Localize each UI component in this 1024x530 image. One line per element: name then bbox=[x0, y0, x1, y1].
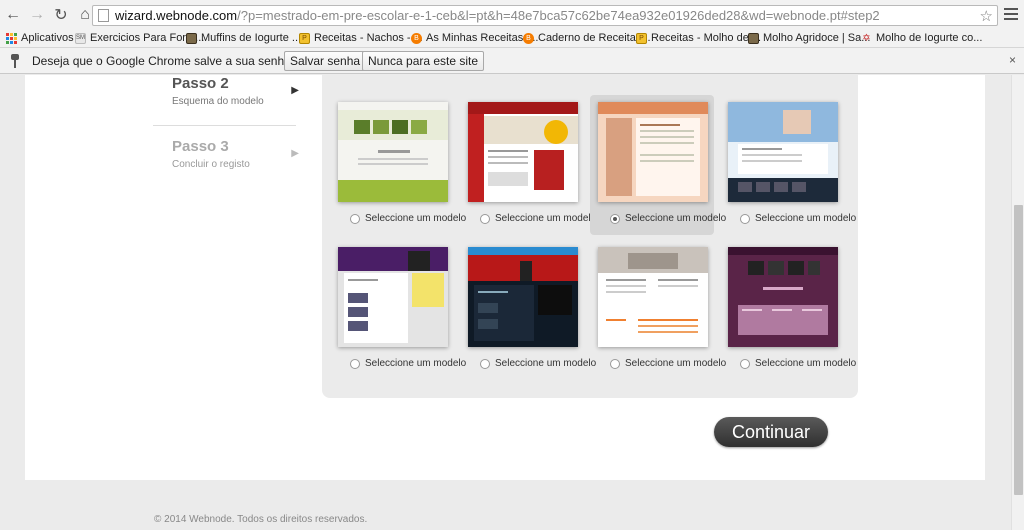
bookmark-item[interactable]: ✡ Molho de Iogurte co... bbox=[861, 32, 982, 44]
radio-button[interactable] bbox=[480, 213, 490, 224]
radio-label: Seleccione um modelo bbox=[365, 358, 467, 369]
bookmark-label: Muffins de Iogurte ... bbox=[201, 32, 302, 44]
close-icon[interactable]: × bbox=[1009, 53, 1016, 67]
radio-label: Seleccione um modelo bbox=[495, 213, 597, 224]
step-subtitle: Concluir o registo bbox=[172, 159, 250, 170]
bookmark-image-icon bbox=[186, 32, 197, 44]
bookmark-star-icon[interactable]: ☆ bbox=[980, 7, 993, 25]
radio-button[interactable] bbox=[740, 358, 750, 369]
template-radio[interactable]: Seleccione um modelo bbox=[740, 213, 856, 224]
template-card[interactable]: Seleccione um modelo bbox=[720, 95, 856, 235]
bookmark-item[interactable]: SM Exercicios Para Forta... bbox=[75, 32, 204, 44]
bookmark-item[interactable]: B As Minhas Receitas: ... bbox=[411, 32, 539, 44]
url-path: /?p=mestrado-em-pre-escolar-e-1-ceb&l=pt… bbox=[237, 8, 880, 23]
chrome-menu-icon[interactable] bbox=[1004, 5, 1018, 23]
page-viewport: Passo 2 Esquema do modelo ▶ Passo 3 Conc… bbox=[0, 75, 1011, 530]
bookmark-label: Receitas - Molho de ... bbox=[651, 32, 762, 44]
key-icon bbox=[10, 53, 20, 68]
radio-label: Seleccione um modelo bbox=[755, 358, 857, 369]
template-thumbnail[interactable] bbox=[338, 102, 448, 202]
template-radio[interactable]: Seleccione um modelo bbox=[480, 213, 596, 224]
bookmark-label: Aplicativos bbox=[21, 32, 74, 44]
bookmarks-bar: Aplicativos SM Exercicios Para Forta... … bbox=[0, 30, 1024, 48]
page-icon bbox=[98, 9, 109, 22]
back-icon[interactable]: ← bbox=[2, 4, 24, 26]
radio-label: Seleccione um modelo bbox=[755, 213, 857, 224]
browser-toolbar: ← → ↻ ⌂ wizard.webnode.com/?p=mestrado-e… bbox=[0, 0, 1024, 30]
url-host: wizard.webnode.com bbox=[115, 8, 238, 23]
bookmark-label: Receitas - Nachos - ... bbox=[314, 32, 423, 44]
arrow-right-icon: ▶ bbox=[291, 85, 299, 96]
reload-icon[interactable]: ↻ bbox=[50, 4, 72, 26]
step-divider bbox=[153, 125, 296, 126]
blogger-icon: B bbox=[523, 32, 534, 44]
radio-button[interactable] bbox=[350, 213, 360, 224]
footer-copyright: © 2014 Webnode. Todos os direitos reserv… bbox=[154, 514, 368, 525]
bookmark-yellow-icon: P bbox=[299, 32, 310, 44]
step-3[interactable]: Passo 3 Concluir o registo ▶ bbox=[172, 138, 315, 170]
apps-icon bbox=[6, 32, 17, 44]
password-infobar: Deseja que o Google Chrome salve a sua s… bbox=[0, 48, 1024, 74]
template-thumbnail[interactable] bbox=[598, 247, 708, 347]
template-card[interactable]: Seleccione um modelo bbox=[330, 95, 466, 235]
bookmark-item[interactable]: P Receitas - Nachos - ... bbox=[299, 32, 423, 44]
radio-button[interactable] bbox=[740, 213, 750, 224]
radio-button-checked[interactable] bbox=[610, 213, 620, 224]
radio-button[interactable] bbox=[350, 358, 360, 369]
template-thumbnail[interactable] bbox=[598, 102, 708, 202]
template-panel: Seleccione um modelo Seleccione um model… bbox=[322, 75, 858, 398]
template-radio[interactable]: Seleccione um modelo bbox=[740, 358, 856, 369]
radio-label: Seleccione um modelo bbox=[625, 213, 727, 224]
bookmark-item[interactable]: Molho Agridoce | Sa... bbox=[748, 32, 870, 44]
bookmark-image-icon bbox=[748, 32, 759, 44]
template-thumbnail[interactable] bbox=[728, 247, 838, 347]
arrow-right-icon: ▶ bbox=[291, 148, 299, 159]
bookmark-item[interactable]: Muffins de Iogurte ... bbox=[186, 32, 301, 44]
template-radio[interactable]: Seleccione um modelo bbox=[610, 358, 726, 369]
step-2[interactable]: Passo 2 Esquema do modelo ▶ bbox=[172, 75, 315, 107]
bookmark-sm-icon: SM bbox=[75, 32, 86, 44]
bookmark-item[interactable]: P Receitas - Molho de ... bbox=[636, 32, 761, 44]
template-card-selected[interactable]: Seleccione um modelo bbox=[590, 95, 726, 235]
template-card[interactable]: Seleccione um modelo bbox=[590, 240, 726, 380]
bookmark-apps[interactable]: Aplicativos bbox=[6, 32, 74, 44]
bookmark-label: Caderno de Receitas... bbox=[538, 32, 651, 44]
template-radio[interactable]: Seleccione um modelo bbox=[350, 358, 466, 369]
radio-label: Seleccione um modelo bbox=[625, 358, 727, 369]
never-save-button[interactable]: Nunca para este site bbox=[362, 51, 485, 71]
save-password-button[interactable]: Salvar senha bbox=[284, 51, 367, 71]
template-radio[interactable]: Seleccione um modelo bbox=[480, 358, 596, 369]
address-bar[interactable]: wizard.webnode.com/?p=mestrado-em-pre-es… bbox=[92, 5, 998, 26]
template-thumbnail[interactable] bbox=[728, 102, 838, 202]
url-text[interactable]: wizard.webnode.com/?p=mestrado-em-pre-es… bbox=[115, 8, 880, 23]
template-card[interactable]: Seleccione um modelo bbox=[720, 240, 856, 380]
blogger-icon: B bbox=[411, 32, 422, 44]
radio-label: Seleccione um modelo bbox=[495, 358, 597, 369]
forward-icon[interactable]: → bbox=[26, 4, 48, 26]
template-card[interactable]: Seleccione um modelo bbox=[460, 240, 596, 380]
template-radio[interactable]: Seleccione um modelo bbox=[610, 213, 726, 224]
bookmark-item[interactable]: B Caderno de Receitas... bbox=[523, 32, 651, 44]
template-card[interactable]: Seleccione um modelo bbox=[330, 240, 466, 380]
bookmark-label: Molho de Iogurte co... bbox=[876, 32, 983, 44]
template-radio[interactable]: Seleccione um modelo bbox=[350, 213, 466, 224]
template-thumbnail[interactable] bbox=[468, 102, 578, 202]
template-thumbnail[interactable] bbox=[468, 247, 578, 347]
scrollbar-thumb[interactable] bbox=[1014, 205, 1023, 495]
infobar-message: Deseja que o Google Chrome salve a sua s… bbox=[32, 53, 298, 68]
page-scrollbar[interactable] bbox=[1011, 75, 1024, 530]
bookmark-food-icon: ✡ bbox=[862, 32, 871, 44]
radio-button[interactable] bbox=[480, 358, 490, 369]
step-subtitle: Esquema do modelo bbox=[172, 96, 264, 107]
bookmark-label: Molho Agridoce | Sa... bbox=[763, 32, 871, 44]
bookmark-label: As Minhas Receitas: ... bbox=[426, 32, 539, 44]
template-card[interactable]: Seleccione um modelo bbox=[460, 95, 596, 235]
continue-button[interactable]: Continuar bbox=[714, 417, 828, 447]
template-thumbnail[interactable] bbox=[338, 247, 448, 347]
bookmark-yellow-icon: P bbox=[636, 32, 647, 44]
radio-button[interactable] bbox=[610, 358, 620, 369]
radio-label: Seleccione um modelo bbox=[365, 213, 467, 224]
